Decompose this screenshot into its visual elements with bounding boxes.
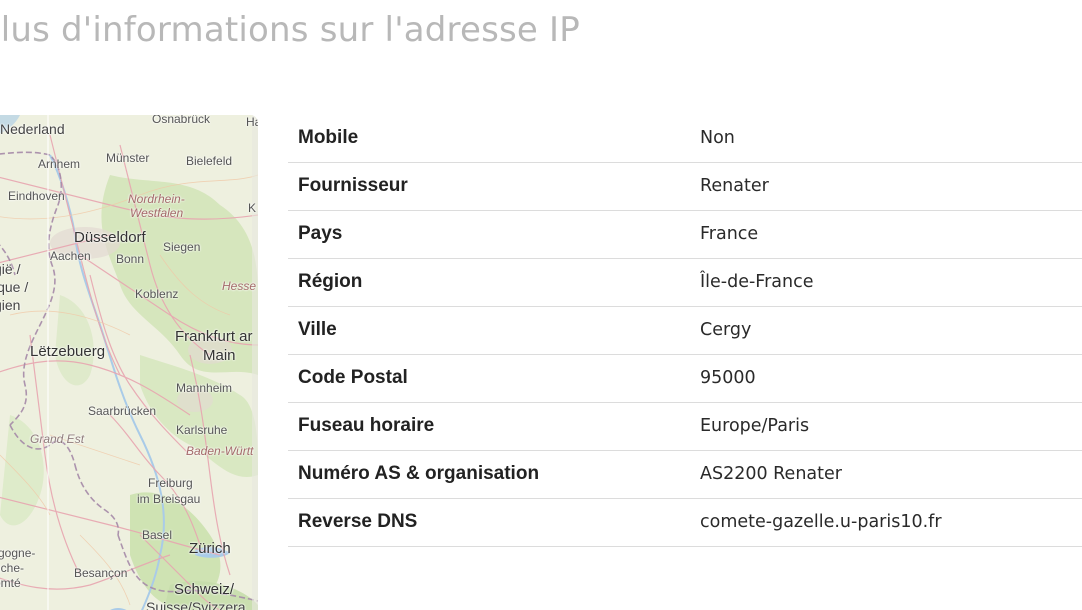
map-label-besancon: Besançon — [74, 566, 128, 580]
map-label-frankfurt: Frankfurt ar — [175, 328, 253, 345]
map-label-gie: gië / — [0, 261, 21, 277]
map-label-siegen: Siegen — [163, 240, 201, 254]
row-value: Renater — [680, 162, 1082, 211]
table-row: Région Île-de-France — [288, 258, 1082, 307]
row-label: Région — [288, 258, 680, 307]
row-value[interactable]: comete-gazelle.u-paris10.fr — [680, 498, 1082, 547]
map-label-koblenz: Koblenz — [135, 287, 179, 301]
map-label-arnhem: Arnhem — [38, 157, 81, 171]
table-row: Numéro AS & organisation AS2200 Renater — [288, 450, 1082, 499]
map-label-osnabruck: Osnabrück — [152, 115, 211, 126]
map-label-main: Main — [203, 347, 236, 364]
map-label-freiburg: Freiburg — [148, 476, 193, 490]
map-label-mannheim: Mannheim — [176, 381, 233, 395]
ip-info-table: Mobile Non Fournisseur Renater Pays Fran… — [288, 114, 1082, 547]
map-label-nche: nche- — [0, 561, 25, 575]
map-label-ique: ique / — [0, 279, 29, 295]
map-label-grand-est: Grand Est — [30, 432, 85, 446]
map-label-baden: Baden-Württ — [186, 444, 254, 458]
table-row: Fuseau horaire Europe/Paris — [288, 402, 1082, 451]
map-label-bonn: Bonn — [116, 252, 145, 266]
row-value: Île-de-France — [680, 258, 1082, 307]
page: Plus d'informations sur l'adresse IP Ned… — [0, 0, 1082, 610]
row-label: Pays — [288, 210, 680, 259]
row-label: Reverse DNS — [288, 498, 680, 547]
row-label: Mobile — [288, 114, 680, 163]
page-title: Plus d'informations sur l'adresse IP — [0, 10, 580, 50]
row-label: Fuseau horaire — [288, 402, 680, 451]
map-label-zurich: Zürich — [189, 540, 231, 557]
row-label: Numéro AS & organisation — [288, 450, 680, 499]
row-value: AS2200 Renater — [680, 450, 1082, 499]
map-label-nordrhein: Nordrhein- — [128, 192, 185, 206]
map-label-westfalen: Westfalen — [130, 206, 184, 220]
map-label-im-breisgau: im Breisgau — [137, 492, 201, 506]
row-label: Code Postal — [288, 354, 680, 403]
map-label-gien: gien — [0, 297, 21, 313]
row-value: Europe/Paris — [680, 402, 1082, 451]
location-map[interactable]: Nederland Osnabrück Ha Arnhem Münster Bi… — [0, 115, 258, 610]
row-label: Fournisseur — [288, 162, 680, 211]
map-label-dusseldorf: Düsseldorf — [74, 229, 146, 246]
map-label-ha: Ha — [246, 115, 258, 129]
map-label-suisse: Suisse/Svizzera — [146, 599, 246, 610]
table-row: Fournisseur Renater — [288, 162, 1082, 211]
table-row: Code Postal 95000 — [288, 354, 1082, 403]
table-row: Mobile Non — [288, 114, 1082, 163]
row-label: Ville — [288, 306, 680, 355]
table-row: Ville Cergy — [288, 306, 1082, 355]
map-label-schweiz: Schweiz/ — [174, 581, 235, 598]
row-value: France — [680, 210, 1082, 259]
map-label-saarbrucken: Saarbrücken — [88, 404, 157, 418]
map-label-bielefeld: Bielefeld — [186, 154, 233, 168]
map-label-k: K — [248, 201, 257, 215]
map-label-karlsruhe: Karlsruhe — [176, 423, 228, 437]
map-label-letzebuerg: Lëtzebuerg — [30, 343, 106, 360]
table-row: Pays France — [288, 210, 1082, 259]
map-label-basel: Basel — [142, 528, 173, 542]
row-value: Non — [680, 114, 1082, 163]
table-row: Reverse DNS comete-gazelle.u-paris10.fr — [288, 498, 1082, 547]
map-label-munster: Münster — [106, 151, 150, 165]
map-label-omte: omté — [0, 576, 21, 590]
row-value: Cergy — [680, 306, 1082, 355]
map-label-rgogne: rgogne- — [0, 546, 36, 560]
map-label-eindhoven: Eindhoven — [8, 189, 65, 203]
map-label-nederland: Nederland — [0, 121, 65, 137]
map-label-aachen: Aachen — [50, 249, 91, 263]
row-value: 95000 — [680, 354, 1082, 403]
map-label-hesse: Hesse — [222, 279, 257, 293]
